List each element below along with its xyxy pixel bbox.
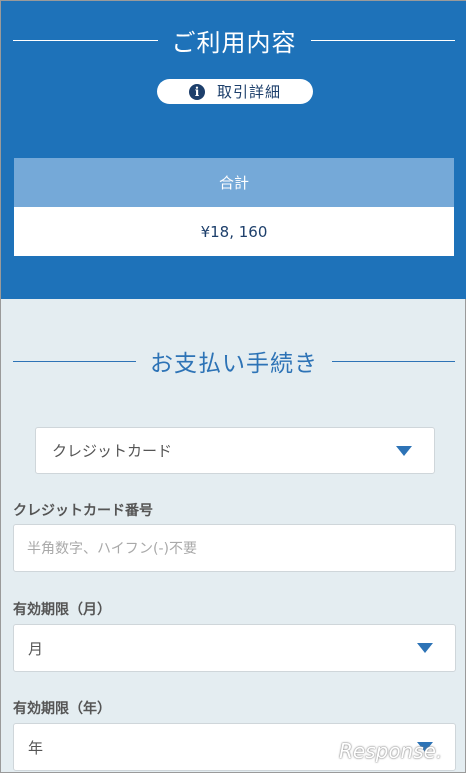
triangle-down-icon <box>396 445 412 456</box>
payment-method-value: クレジットカード <box>52 442 173 460</box>
payment-title: お支払い手続き <box>150 351 318 377</box>
expiry-month-select[interactable]: 月 <box>13 624 456 672</box>
usage-title: ご利用内容 <box>171 28 297 57</box>
total-value: ¥18, 160 <box>14 207 454 256</box>
watermark-logo: Response. <box>339 739 443 763</box>
card-number-placeholder: 半角数字、ハイフン(-)不要 <box>27 541 197 557</box>
divider-right <box>332 360 455 362</box>
details-button-label: 取引詳細 <box>216 83 281 101</box>
total-label: 合計 <box>14 158 454 207</box>
expiry-month-label: 有効期限（月） <box>13 602 111 618</box>
divider-left <box>13 39 158 41</box>
divider-right <box>310 39 455 41</box>
usage-title-row: ご利用内容 <box>1 23 466 57</box>
expiry-year-label: 有効期限（年） <box>13 701 111 717</box>
divider-left <box>13 360 136 362</box>
payment-method-select[interactable]: クレジットカード <box>35 427 435 474</box>
payment-title-row: お支払い手続き <box>1 344 466 378</box>
card-number-field[interactable]: 半角数字、ハイフン(-)不要 <box>13 524 456 572</box>
triangle-down-icon <box>417 643 433 653</box>
expiry-month-value: 月 <box>28 639 44 658</box>
card-number-label: クレジットカード番号 <box>13 503 153 519</box>
details-button[interactable]: i 取引詳細 <box>157 79 313 104</box>
usage-section: ご利用内容 i 取引詳細 合計 ¥18, 160 <box>1 1 466 299</box>
info-icon: i <box>188 83 205 100</box>
